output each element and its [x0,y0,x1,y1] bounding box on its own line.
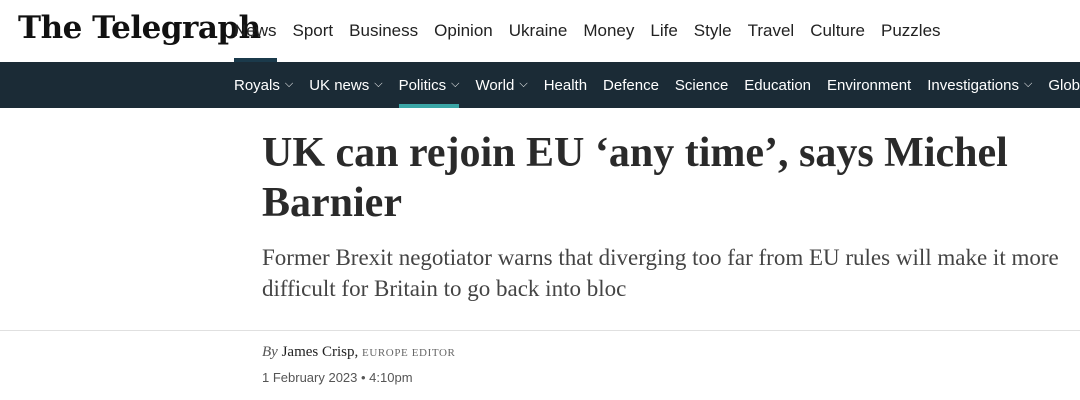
section-nav-label: Politics [398,76,447,94]
primary-nav-item-news[interactable]: News [234,0,277,62]
publish-date: 1 February 2023 • 4:10pm [262,370,413,385]
byline: By James Crisp, Europe Editor [262,344,455,361]
primary-nav-item-culture[interactable]: Culture [810,0,865,62]
section-nav-label: Environment [827,76,912,94]
primary-nav: News Sport Business Opinion Ukraine Money Life… [234,0,957,62]
telegraph-logo[interactable]: The Telegraph [18,10,261,46]
top-bar: The Telegraph News Sport Business Opinion Uk… [0,0,1080,62]
section-nav-label: Health [543,76,588,94]
section-nav-label: UK news [309,76,370,94]
primary-nav-item-sport[interactable]: Sport [293,0,334,62]
section-nav-item-health[interactable]: Health [544,62,587,108]
chevron-down-icon: ⌵ [284,77,294,90]
section-nav-item-defence[interactable]: Defence [603,62,659,108]
section-nav-item-environment[interactable]: Environment [827,62,911,108]
section-nav-item-investigations[interactable]: Investigations ⌵ [927,62,1032,108]
standfirst: Former Brexit negotiator warns that dive… [262,245,1059,301]
primary-nav-item-travel[interactable]: Travel [748,0,795,62]
section-nav-label: Investigations [927,76,1019,94]
section-nav-item-global-h[interactable]: Global H [1048,62,1080,108]
section-nav-label: Science [674,76,729,94]
section-nav-item-science[interactable]: Science [675,62,728,108]
byline-prefix: By [262,344,278,360]
section-nav-label: Defence [603,76,659,94]
chevron-down-icon: ⌵ [374,77,383,90]
author-role: Europe Editor [362,347,456,359]
section-nav: Royals ⌵ UK news ⌵ Politics ⌵ World ⌵ Health Defe… [0,62,1080,108]
divider [0,330,1080,331]
primary-nav-item-life[interactable]: Life [650,0,677,62]
chevron-down-icon: ⌵ [519,77,528,90]
chevron-down-icon: ⌵ [1023,77,1033,90]
author-name[interactable]: James Crisp, [282,344,359,360]
primary-nav-item-business[interactable]: Business [349,0,418,62]
primary-nav-item-style[interactable]: Style [694,0,732,62]
section-nav-item-uk-news[interactable]: UK news ⌵ [309,62,382,108]
article-header: UK can rejoin EU ‘any time’, says Michel… [0,108,1080,330]
section-nav-label: Global H [1048,76,1080,94]
headline: UK can rejoin EU ‘any time’, says Michel… [262,130,1008,226]
primary-nav-item-ukraine[interactable]: Ukraine [509,0,568,62]
primary-nav-item-money[interactable]: Money [583,0,634,62]
primary-nav-item-opinion[interactable]: Opinion [434,0,493,62]
section-nav-label: World [475,76,515,94]
section-nav-item-education[interactable]: Education [744,62,811,108]
section-nav-label: Education [744,76,812,94]
section-nav-label: Royals [234,76,280,94]
section-nav-item-royals[interactable]: Royals ⌵ [234,62,293,108]
chevron-down-icon: ⌵ [451,77,460,90]
section-nav-item-world[interactable]: World ⌵ [475,62,527,108]
primary-nav-item-puzzles[interactable]: Puzzles [881,0,941,62]
section-nav-items: Royals ⌵ UK news ⌵ Politics ⌵ World ⌵ Health Defe… [234,62,1080,108]
section-nav-item-politics[interactable]: Politics ⌵ [398,62,460,108]
